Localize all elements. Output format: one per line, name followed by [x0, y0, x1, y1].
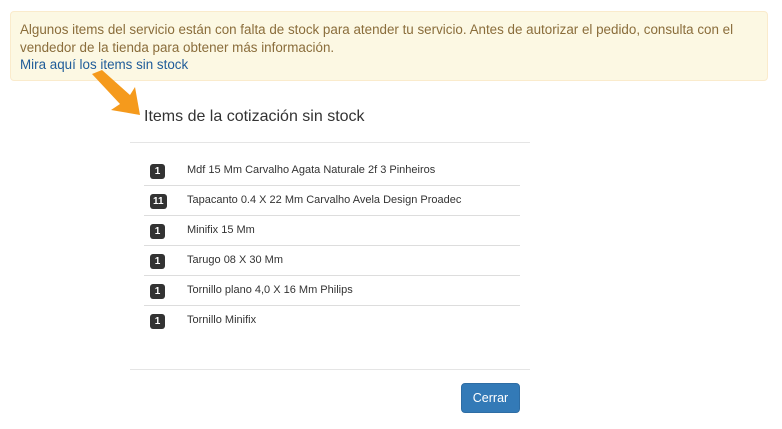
- quantity-badge: 11: [150, 194, 167, 209]
- list-item: 1 Tornillo Minifix: [144, 306, 520, 336]
- quantity-badge: 1: [150, 164, 165, 179]
- quantity-badge: 1: [150, 314, 165, 329]
- item-name: Mdf 15 Mm Carvalho Agata Naturale 2f 3 P…: [187, 164, 436, 176]
- item-name: Tornillo Minifix: [187, 314, 257, 326]
- quantity-badge: 1: [150, 254, 165, 269]
- alert-message: Algunos items del servicio están con fal…: [20, 22, 734, 55]
- list-item: 1 Tarugo 08 X 30 Mm: [144, 246, 520, 276]
- item-name: Tarugo 08 X 30 Mm: [187, 254, 283, 266]
- list-item: 1 Tornillo plano 4,0 X 16 Mm Philips: [144, 276, 520, 306]
- page: Algunos items del servicio están con fal…: [0, 0, 782, 429]
- item-name: Tornillo plano 4,0 X 16 Mm Philips: [187, 284, 353, 296]
- quantity-badge: 1: [150, 284, 165, 299]
- modal-footer-divider: [130, 369, 530, 370]
- close-button[interactable]: Cerrar: [461, 383, 520, 413]
- modal-title: Items de la cotización sin stock: [144, 108, 365, 125]
- out-of-stock-item-list: 1 Mdf 15 Mm Carvalho Agata Naturale 2f 3…: [144, 156, 520, 336]
- quantity-badge: 1: [150, 224, 165, 239]
- modal-header-divider: [130, 142, 530, 143]
- item-name: Minifix 15 Mm: [187, 224, 255, 236]
- item-name: Tapacanto 0.4 X 22 Mm Carvalho Avela Des…: [187, 194, 462, 206]
- list-item: 11 Tapacanto 0.4 X 22 Mm Carvalho Avela …: [144, 186, 520, 216]
- list-item: 1 Minifix 15 Mm: [144, 216, 520, 246]
- arrow-icon: [92, 70, 140, 115]
- list-item: 1 Mdf 15 Mm Carvalho Agata Naturale 2f 3…: [144, 156, 520, 186]
